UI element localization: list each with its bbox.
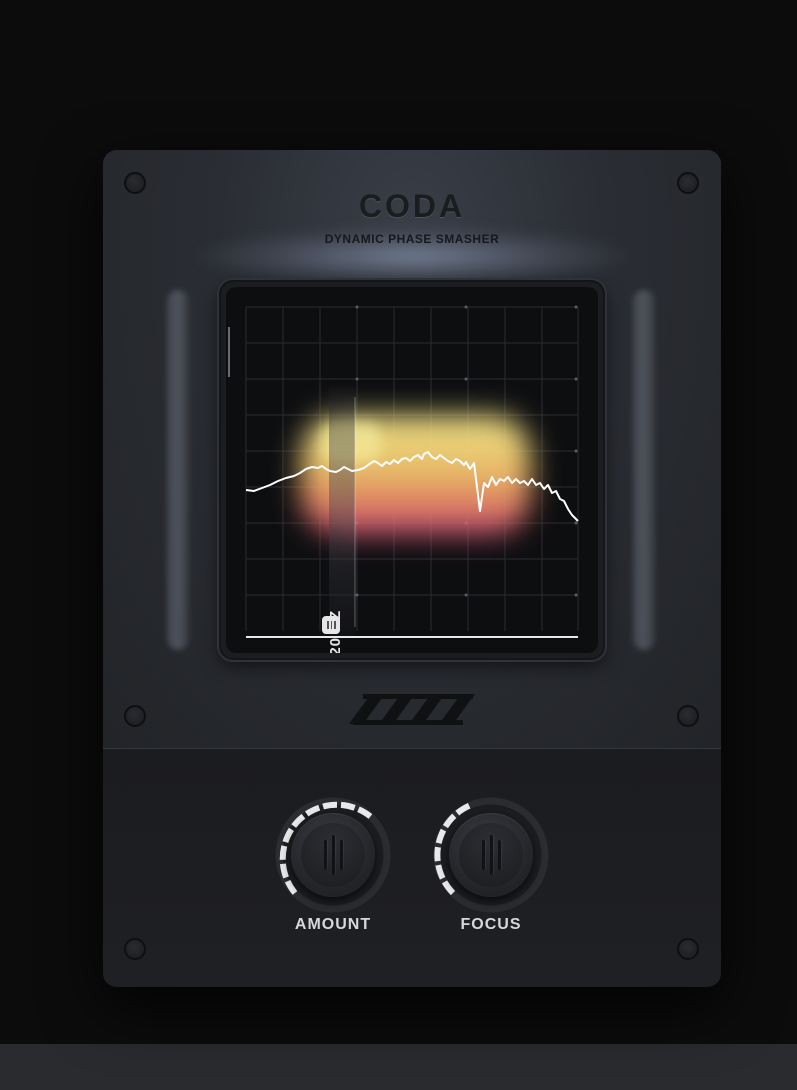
plugin-subtitle: DYNAMIC PHASE SMASHER bbox=[324, 232, 500, 246]
left-rail bbox=[167, 290, 189, 650]
slash-logo-icon bbox=[349, 694, 475, 725]
screw-icon bbox=[677, 938, 699, 960]
display-frame: 120 HZ bbox=[219, 280, 605, 660]
knob-grip-icon bbox=[498, 840, 501, 870]
plugin-panel: CODA DYNAMIC PHASE SMASHER 120 AMOUNT FO… bbox=[103, 150, 721, 987]
screw-icon bbox=[124, 938, 146, 960]
left-edge-highlight bbox=[228, 327, 230, 377]
knob-grip-icon bbox=[490, 835, 493, 875]
right-rail bbox=[633, 290, 655, 650]
amount-knob[interactable] bbox=[273, 795, 393, 915]
plugin-title: CODA bbox=[358, 188, 466, 224]
focus-knob[interactable] bbox=[431, 795, 551, 915]
screw-icon bbox=[124, 705, 146, 727]
controls-section: AMOUNT FOCUS bbox=[103, 748, 721, 987]
amount-label: AMOUNT bbox=[294, 916, 372, 933]
bottom-bar bbox=[0, 1044, 797, 1090]
grip-icon[interactable] bbox=[322, 616, 340, 634]
screw-icon bbox=[677, 705, 699, 727]
knob-grip-icon bbox=[332, 835, 335, 875]
knob-grip-icon bbox=[340, 840, 343, 870]
spectrum-display[interactable]: 120 HZ bbox=[226, 287, 598, 653]
knob-grip-icon bbox=[324, 840, 327, 870]
knob-grip-icon bbox=[482, 840, 485, 870]
focus-label: FOCUS bbox=[460, 916, 522, 933]
upper-section: CODA DYNAMIC PHASE SMASHER 120 bbox=[103, 150, 721, 748]
